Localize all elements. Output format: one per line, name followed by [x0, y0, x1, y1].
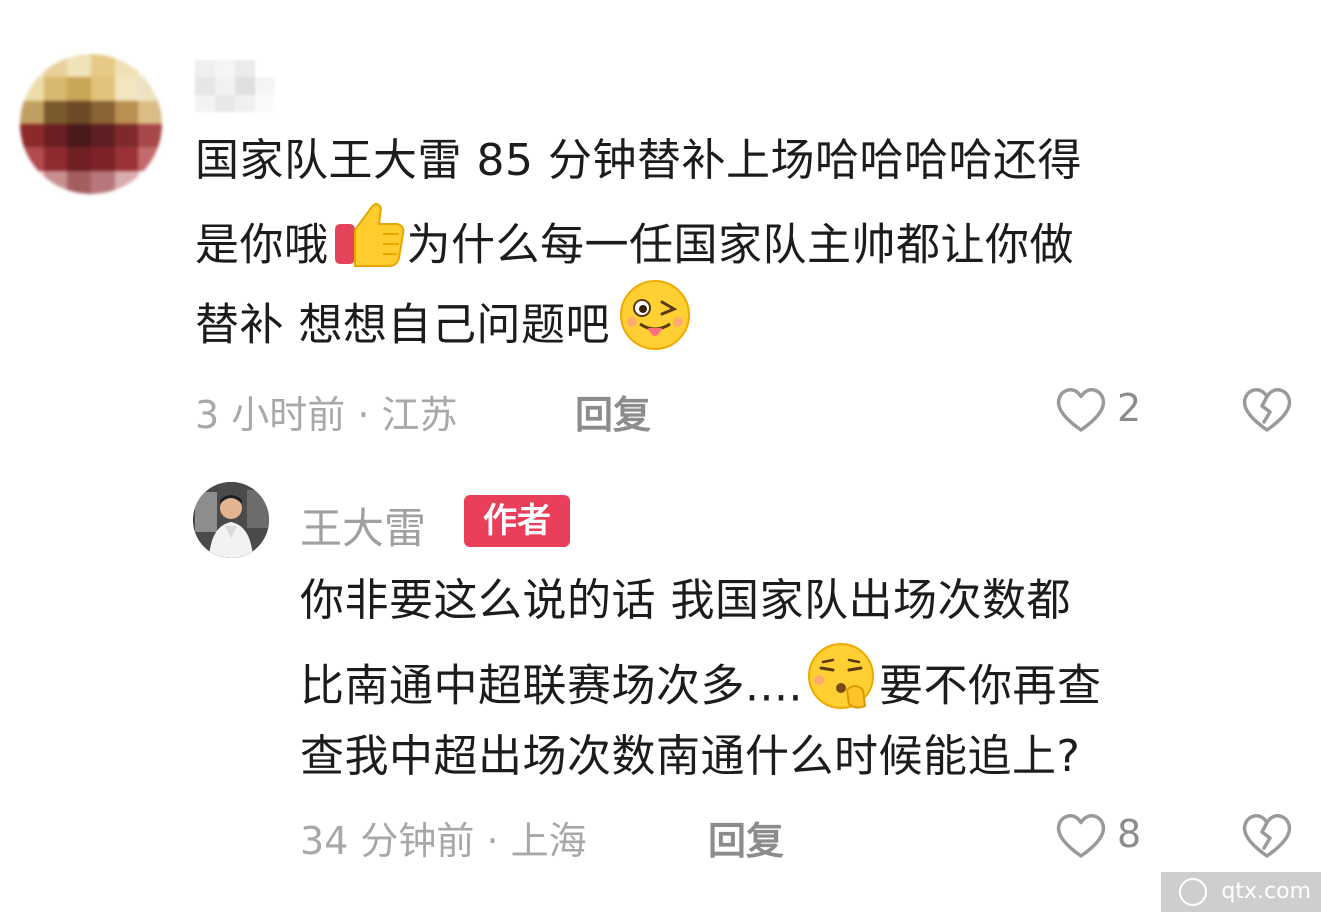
heart-outline-icon[interactable]	[1055, 812, 1107, 864]
commenter-username-blurred[interactable]	[195, 60, 275, 112]
comment-text-line-3: 替补 想想自己问题吧	[195, 278, 692, 377]
reply-like-count: 8	[1117, 812, 1142, 856]
reply-avatar[interactable]	[193, 482, 269, 558]
commenter-avatar[interactable]	[20, 54, 162, 194]
heart-outline-icon[interactable]	[1055, 386, 1107, 438]
reply-text-line-1: 你非要这么说的话 我国家队出场次数都	[300, 575, 1071, 626]
comment-text-segment: 替补 想想自己问题吧	[195, 299, 610, 351]
wink-tongue-emoji	[618, 278, 692, 377]
comment-text-line-1: 国家队王大雷 85 分钟替补上场哈哈哈哈还得	[195, 135, 1082, 186]
reply-username[interactable]: 王大雷	[300, 495, 426, 556]
comment-timestamp-location: 3 小时前 · 江苏	[195, 393, 458, 437]
reply-timestamp-location: 34 分钟前 · 上海	[300, 819, 587, 863]
broken-heart-icon[interactable]	[1241, 812, 1293, 864]
author-badge: 作者	[464, 495, 570, 547]
watermark-logo-icon	[1179, 878, 1207, 906]
comment-text-segment: 为什么每一任国家队主帅都让你做	[406, 219, 1074, 271]
comment-text-segment: 是你哦	[195, 219, 329, 271]
reply-text-segment: 比南通中超联赛场次多....	[300, 660, 803, 712]
reply-reply-button[interactable]: 回复	[708, 810, 784, 865]
reply-text-line-3: 查我中超出场次数南通什么时候能追上?	[300, 731, 1081, 782]
broken-heart-icon[interactable]	[1241, 386, 1293, 438]
watermark: qtx.com	[1161, 872, 1321, 912]
watermark-text: qtx.com	[1221, 879, 1311, 904]
reply-text-segment: 要不你再查	[878, 660, 1102, 712]
comment-like-count: 2	[1117, 386, 1142, 430]
comment-reply-button[interactable]: 回复	[575, 384, 651, 439]
